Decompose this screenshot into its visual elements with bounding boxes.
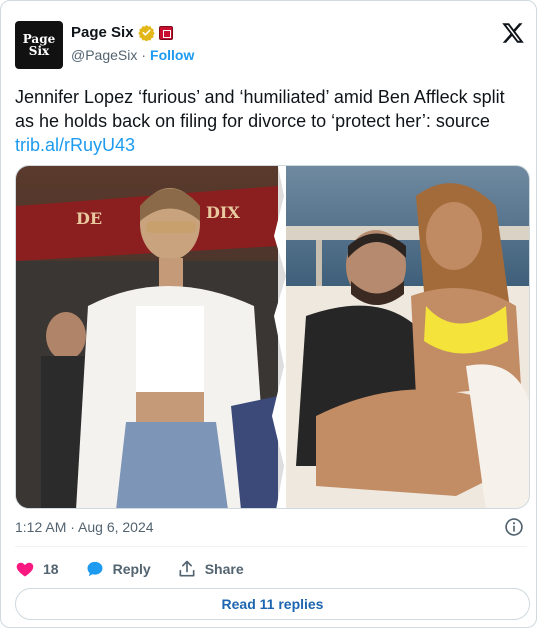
left-photo: DE DIX xyxy=(16,166,278,508)
affiliate-badge-icon xyxy=(158,25,173,40)
info-icon[interactable] xyxy=(504,517,524,537)
handle-separator: · xyxy=(141,47,147,63)
tweet-header: Page Six Page Six @PageSix · Follow xyxy=(15,21,525,71)
awning-sign-text-2: DIX xyxy=(206,203,240,222)
tweet-timestamp[interactable]: 1:12 AM · Aug 6, 2024 xyxy=(15,519,154,535)
tweet-media[interactable]: DE DIX xyxy=(15,165,530,509)
x-logo-icon[interactable] xyxy=(501,21,525,45)
media-image: DE DIX xyxy=(16,166,529,508)
reply-label: Reply xyxy=(112,561,151,577)
like-button[interactable]: 18 xyxy=(15,559,59,579)
handle-row: @PageSix · Follow xyxy=(71,47,194,63)
name-row: Page Six xyxy=(71,24,173,41)
reply-bubble-icon xyxy=(87,561,103,577)
share-button[interactable]: Share xyxy=(177,559,244,579)
tweet-text: Jennifer Lopez ‘furious’ and ‘humiliated… xyxy=(15,85,527,157)
tweet-body: Jennifer Lopez ‘furious’ and ‘humiliated… xyxy=(15,87,505,131)
share-label: Share xyxy=(204,561,244,577)
tweet-card: Page Six Page Six @PageSix · Follow Jenn… xyxy=(0,0,537,628)
reply-button[interactable]: Reply xyxy=(85,559,151,579)
account-name[interactable]: Page Six xyxy=(71,24,134,41)
account-handle[interactable]: @PageSix xyxy=(71,47,137,63)
tweet-link[interactable]: trib.al/rRuyU43 xyxy=(15,135,135,155)
verified-badge-icon xyxy=(137,25,155,41)
heart-icon xyxy=(16,562,34,577)
avatar-text-line2: Six xyxy=(28,44,50,58)
follow-button[interactable]: Follow xyxy=(150,47,194,63)
like-count: 18 xyxy=(43,561,59,577)
right-photo xyxy=(286,166,529,508)
share-icon xyxy=(179,560,195,577)
awning-sign-text-1: DE xyxy=(76,209,102,228)
avatar[interactable]: Page Six xyxy=(15,21,63,69)
divider xyxy=(15,546,527,547)
read-replies-button[interactable]: Read 11 replies xyxy=(15,588,530,620)
action-bar: 18 Reply Share xyxy=(15,558,270,580)
